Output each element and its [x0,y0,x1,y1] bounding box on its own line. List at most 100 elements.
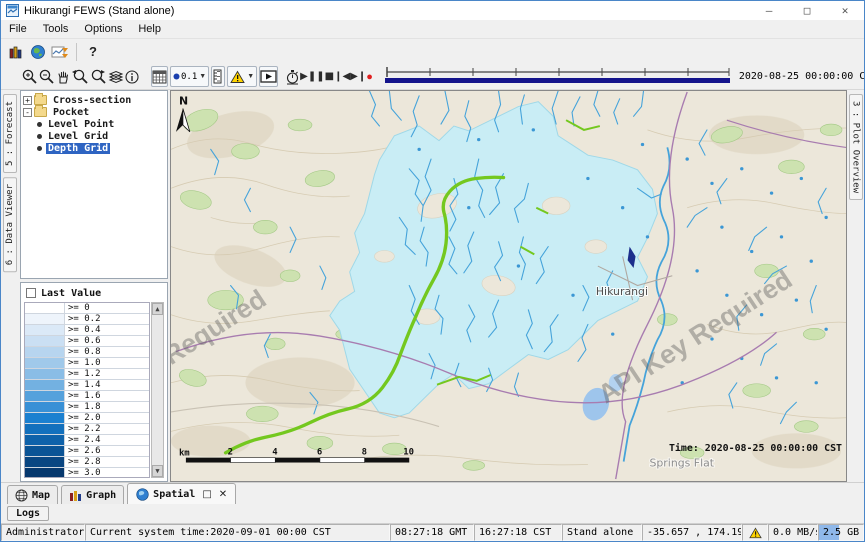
layers-icon[interactable] [107,66,124,87]
menu-options[interactable]: Options [82,21,130,37]
grid-display-icon[interactable] [151,66,168,87]
stop-button[interactable]: ■ [325,66,334,87]
zoom-in-icon[interactable] [21,66,38,87]
legend-row[interactable]: >= 2.8 [25,457,149,468]
timeseries-icon[interactable] [49,41,71,62]
right-tab-strip: 3 : Plot Overview [847,90,864,482]
play-button[interactable]: ▶ [300,66,308,87]
bottom-tab-bar: Map Graph Spatial □ ✕ [1,482,864,504]
tab-forecast[interactable]: 5 : Forecast [3,94,17,173]
tree-item-cross-section[interactable]: + Cross-section [23,94,165,106]
map-toolbar: 0.1 ▼ ▼ ▶ ❚❚ ■ ❙◀ ▶❙ ● [1,64,864,90]
app-window: Hikurangi FEWS (Stand alone) — □ ✕ File … [0,0,865,542]
legend-row[interactable]: >= 2.0 [25,413,149,424]
maximize-tab-icon[interactable]: □ [202,489,211,500]
last-value-checkbox[interactable] [26,288,36,298]
tree-item-pocket[interactable]: - Pocket [23,106,165,118]
legend-row-label: >= 0.2 [65,314,101,324]
logs-button[interactable]: Logs [7,506,49,521]
legend-row[interactable]: >= 2.2 [25,424,149,435]
close-button[interactable]: ✕ [826,1,864,20]
svg-text:km: km [179,449,190,459]
title-bar: Hikurangi FEWS (Stand alone) — □ ✕ [1,1,864,20]
legend-rows: >= 0>= 0.2>= 0.4>= 0.6>= 0.8>= 1.0>= 1.2… [24,302,150,478]
database-icon[interactable] [5,41,27,62]
legend-scrollbar[interactable]: ▲ ▼ [151,302,164,478]
legend-row-label: >= 0.4 [65,325,101,335]
scroll-track[interactable] [152,315,163,465]
legend-row[interactable]: >= 0.8 [25,347,149,358]
tab-map[interactable]: Map [7,485,58,504]
status-local-time: 16:27:18 CST [474,524,562,541]
toolbar-separator [76,43,77,61]
legend-row[interactable]: >= 2.6 [25,446,149,457]
zoom-previous-icon[interactable] [71,66,89,87]
legend-row[interactable]: >= 0.4 [25,325,149,336]
legend-row[interactable]: >= 0 [25,303,149,314]
node-bullet-icon [37,146,42,151]
legend-row-label: >= 2.0 [65,413,101,423]
legend-row[interactable]: >= 0.6 [25,336,149,347]
tab-plot-overview[interactable]: 3 : Plot Overview [849,94,863,200]
menu-help[interactable]: Help [136,21,169,37]
last-value-row[interactable]: Last Value [24,286,164,300]
legend-color-swatch [25,391,65,401]
tree-item-level-point[interactable]: Level Point [23,118,165,130]
collapse-icon[interactable]: - [23,108,32,117]
contour-dropdown[interactable]: 0.1 ▼ [170,66,209,87]
legend-row[interactable]: >= 1.6 [25,391,149,402]
tree-item-level-grid[interactable]: Level Grid [23,130,165,142]
step-forward-button[interactable]: ▶❙ [350,66,366,87]
legend-color-swatch [25,424,65,434]
legend-row[interactable]: >= 2.4 [25,435,149,446]
minimize-button[interactable]: — [750,1,788,20]
timeline-slider[interactable] [383,65,733,88]
tab-label: Graph [86,490,116,501]
menu-tools[interactable]: Tools [41,21,77,37]
status-warning-cell[interactable] [742,524,768,541]
record-button[interactable]: ● [366,66,373,87]
pause-button[interactable]: ❚❚ [308,66,325,87]
globe-icon[interactable] [27,41,49,62]
logs-row: Logs [1,504,864,523]
scroll-down-icon[interactable]: ▼ [152,465,163,477]
map-view[interactable]: API Key Required API Key Required Hikura… [170,90,847,482]
scale-legend-icon[interactable] [211,66,225,87]
legend-row[interactable]: >= 1.2 [25,369,149,380]
legend-color-swatch [25,402,65,412]
map-time-label: Time: 2020-08-25 00:00:00 CST [669,442,842,454]
expand-icon[interactable]: + [23,96,32,105]
legend-row[interactable]: >= 0.2 [25,314,149,325]
maximize-button[interactable]: □ [788,1,826,20]
legend-row[interactable]: >= 1.4 [25,380,149,391]
tab-label: Spatial [153,489,195,500]
zoom-out-icon[interactable] [38,66,55,87]
status-mode: Stand alone [562,524,642,541]
help-button[interactable]: ? [82,41,104,62]
info-icon[interactable] [124,66,140,87]
pan-hand-icon[interactable] [55,66,71,87]
legend-row[interactable]: >= 1.8 [25,402,149,413]
tree-item-depth-grid[interactable]: Depth Grid [23,142,165,154]
wireframe-globe-icon [15,489,28,502]
warning-dropdown[interactable]: ▼ [227,66,257,87]
legend-row-label: >= 2.6 [65,446,101,456]
tab-spatial[interactable]: Spatial □ ✕ [127,483,236,504]
legend-row[interactable]: >= 1.0 [25,358,149,369]
menu-file[interactable]: File [7,21,35,37]
legend-color-swatch [25,336,65,346]
legend-row-label: >= 0.6 [65,336,101,346]
legend-color-swatch [25,369,65,379]
timeline-date: 2020-08-25 00:00:00 CST [739,71,865,82]
tab-data-viewer[interactable]: 6 : Data Viewer [3,177,17,272]
step-back-button[interactable]: ❙◀ [334,66,350,87]
main-toolbar: ? [1,39,864,64]
scroll-up-icon[interactable]: ▲ [152,303,163,315]
close-tab-icon[interactable]: ✕ [219,489,227,500]
tab-graph[interactable]: Graph [61,485,124,504]
legend-row[interactable]: >= 3.0 [25,468,149,478]
legend-row-label: >= 1.4 [65,380,101,390]
zoom-next-icon[interactable] [89,66,107,87]
stopwatch-icon[interactable] [285,66,300,87]
animation-player-icon[interactable] [259,66,278,87]
